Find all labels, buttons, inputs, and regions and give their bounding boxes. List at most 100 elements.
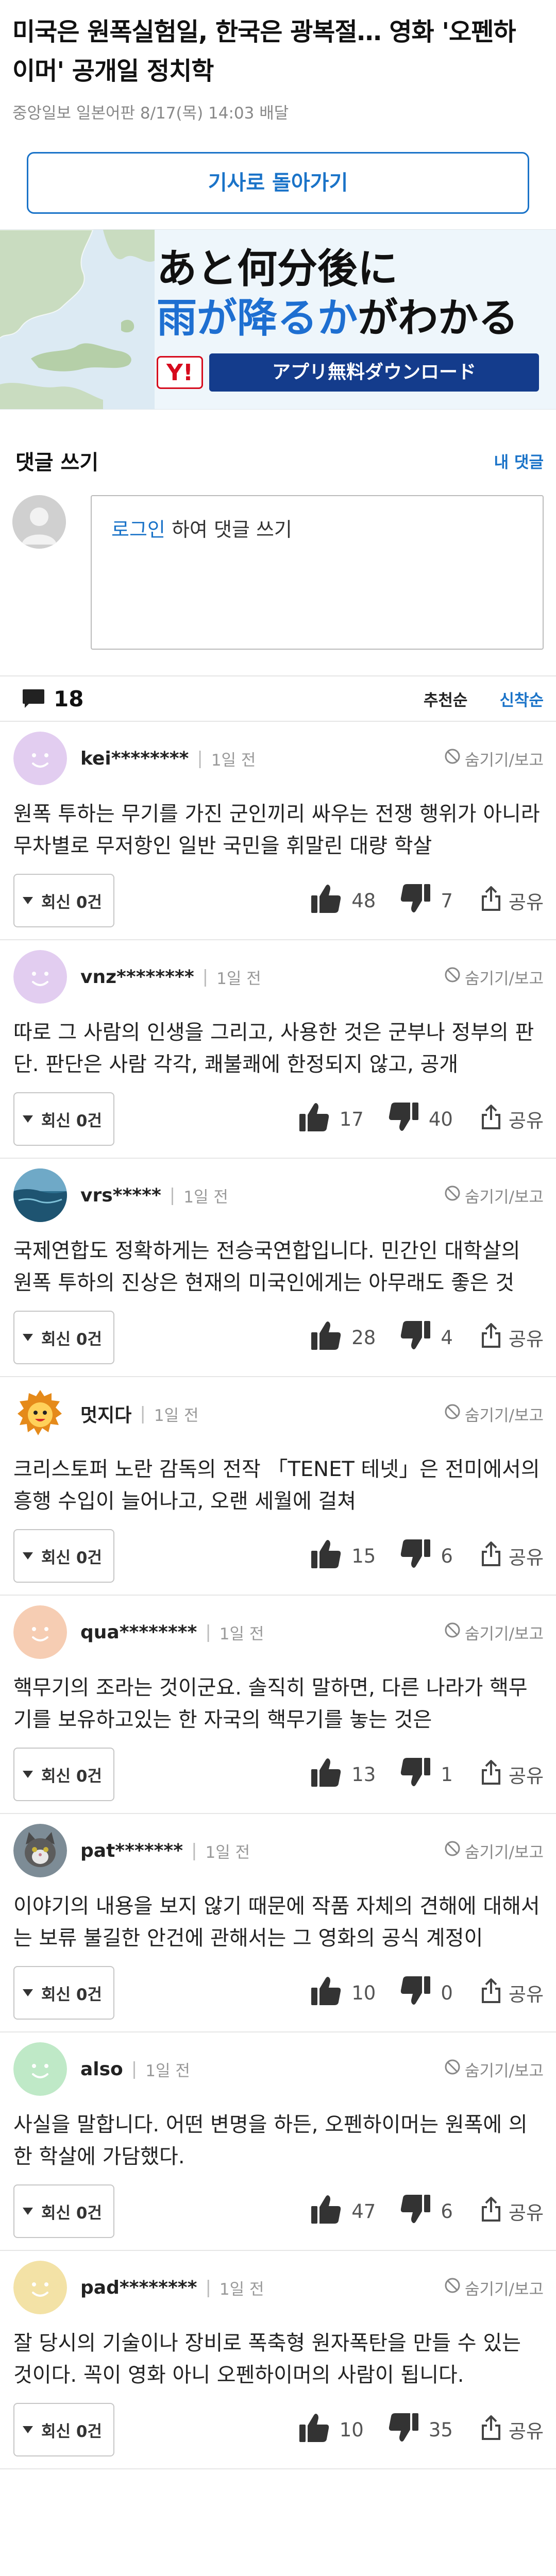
- share-icon: [481, 886, 509, 916]
- user-avatar[interactable]: [13, 2261, 67, 2314]
- like-count: 10: [339, 2418, 364, 2441]
- reply-toggle-button[interactable]: 회신 0건: [13, 2403, 114, 2456]
- comment-time: 1일 전: [183, 1188, 228, 1207]
- comment-header: pad******** | 1일 전 숨기기/보고: [13, 2251, 544, 2314]
- comment-actions: 회신 0건 13 1 공유: [13, 1736, 544, 1813]
- dislike-button[interactable]: 6: [399, 1538, 453, 1574]
- thumbs-up-icon: [310, 883, 351, 919]
- like-button[interactable]: 15: [310, 1538, 376, 1574]
- reply-toggle-button[interactable]: 회신 0건: [13, 2184, 114, 2238]
- share-button[interactable]: 공유: [481, 1541, 544, 1571]
- comment-username[interactable]: kei********: [80, 748, 189, 769]
- reply-toggle-button[interactable]: 회신 0건: [13, 1529, 114, 1583]
- like-button[interactable]: 17: [298, 1101, 364, 1137]
- share-button[interactable]: 공유: [481, 1759, 544, 1789]
- reply-toggle-button[interactable]: 회신 0건: [13, 1966, 114, 2020]
- comment-text: 크리스토퍼 노란 감독의 전작 「TENET 테넷」은 전미에서의 흥행 수입이…: [13, 1458, 540, 1513]
- comment-actions: 회신 0건 47 6 공유: [13, 2173, 544, 2250]
- comment-username[interactable]: pat*******: [80, 1840, 183, 1861]
- user-avatar[interactable]: [13, 1168, 67, 1222]
- comment-username[interactable]: vnz********: [80, 967, 194, 988]
- login-link[interactable]: 로그인: [111, 518, 165, 541]
- back-to-article-button[interactable]: 기사로 돌아가기: [27, 152, 529, 214]
- dislike-button[interactable]: 1: [399, 1757, 453, 1792]
- user-avatar[interactable]: [13, 1824, 67, 1877]
- dislike-button[interactable]: 6: [399, 2194, 453, 2229]
- dislike-button[interactable]: 0: [399, 1975, 453, 2011]
- vote-group: 48 7 공유: [287, 883, 544, 919]
- comment-username[interactable]: vrs*****: [80, 1185, 161, 1206]
- comment-username[interactable]: pad********: [80, 2277, 197, 2298]
- dislike-count: 40: [428, 1108, 453, 1130]
- like-button[interactable]: 28: [310, 1320, 376, 1355]
- reply-count-label: 회신 0건: [41, 1985, 102, 2004]
- reply-toggle-button[interactable]: 회신 0건: [13, 1748, 114, 1801]
- dislike-count: 4: [441, 1326, 453, 1349]
- reply-toggle-button[interactable]: 회신 0건: [13, 1092, 114, 1146]
- caret-down-icon: [23, 1115, 33, 1123]
- sort-recommended-tab[interactable]: 추천순: [424, 687, 468, 710]
- caret-down-icon: [23, 1334, 33, 1341]
- thumbs-down-icon: [399, 2194, 441, 2229]
- hide-report-button[interactable]: 숨기기/보고: [443, 2276, 544, 2299]
- user-avatar[interactable]: [13, 732, 67, 785]
- reply-toggle-button[interactable]: 회신 0건: [13, 1311, 114, 1364]
- block-icon: [443, 965, 465, 988]
- reply-count-label: 회신 0건: [41, 2204, 102, 2223]
- sort-options: 추천순 신착순: [424, 687, 544, 710]
- comment-time: 1일 전: [211, 751, 256, 770]
- like-button[interactable]: 10: [310, 1975, 376, 2011]
- comment-count: 18: [54, 686, 84, 711]
- my-comments-link[interactable]: 내 댓글: [494, 449, 544, 472]
- comment-username[interactable]: 멋지다: [80, 1400, 131, 1427]
- hide-report-button[interactable]: 숨기기/보고: [443, 2058, 544, 2081]
- share-button[interactable]: 공유: [481, 1104, 544, 1134]
- user-avatar[interactable]: [13, 1387, 67, 1440]
- share-button[interactable]: 공유: [481, 2196, 544, 2226]
- comment-list: kei******** | 1일 전 숨기기/보고 원폭 투하는 무기를 가진 …: [0, 722, 556, 2469]
- vote-group: 47 6 공유: [287, 2194, 544, 2229]
- like-button[interactable]: 48: [310, 883, 376, 919]
- hide-report-button[interactable]: 숨기기/보고: [443, 1402, 544, 1426]
- like-button[interactable]: 47: [310, 2194, 376, 2229]
- hide-report-button[interactable]: 숨기기/보고: [443, 747, 544, 770]
- comment-username[interactable]: also: [80, 2059, 123, 2080]
- comment-bubble-icon: [23, 689, 44, 708]
- comment-input-box[interactable]: 로그인 하여 댓글 쓰기: [91, 495, 544, 650]
- dislike-button[interactable]: 40: [387, 1101, 453, 1137]
- hide-report-label: 숨기기/보고: [464, 1188, 544, 1207]
- vote-group: 13 1 공유: [287, 1757, 544, 1792]
- share-icon: [481, 2415, 509, 2445]
- share-button[interactable]: 공유: [481, 886, 544, 916]
- dislike-button[interactable]: 35: [387, 2412, 453, 2448]
- advertisement-banner[interactable]: あと何分後に 雨が降るかがわかる Y! アプリ無料ダウンロード: [0, 229, 556, 410]
- block-icon: [443, 747, 465, 770]
- reply-toggle-button[interactable]: 회신 0건: [13, 874, 114, 927]
- comment-username[interactable]: qua********: [80, 1622, 197, 1643]
- share-button[interactable]: 공유: [481, 1323, 544, 1352]
- hide-report-button[interactable]: 숨기기/보고: [443, 1621, 544, 1644]
- like-button[interactable]: 10: [298, 2412, 364, 2448]
- dislike-button[interactable]: 4: [399, 1320, 453, 1355]
- reply-count-label: 회신 0건: [41, 2422, 102, 2441]
- user-avatar[interactable]: [13, 2042, 67, 2096]
- sort-newest-tab[interactable]: 신착순: [499, 687, 544, 710]
- dislike-button[interactable]: 7: [399, 883, 453, 919]
- user-avatar[interactable]: [13, 1605, 67, 1659]
- hide-report-button[interactable]: 숨기기/보고: [443, 965, 544, 989]
- user-avatar[interactable]: [13, 950, 67, 1004]
- share-label: 공유: [508, 2202, 544, 2224]
- thumbs-down-icon: [399, 1538, 441, 1574]
- dislike-count: 1: [441, 1763, 453, 1786]
- block-icon: [443, 1839, 465, 1862]
- hide-report-button[interactable]: 숨기기/보고: [443, 1839, 544, 1862]
- like-button[interactable]: 13: [310, 1757, 376, 1792]
- reply-count-label: 회신 0건: [41, 893, 102, 912]
- share-button[interactable]: 공유: [481, 1978, 544, 2008]
- share-button[interactable]: 공유: [481, 2415, 544, 2445]
- thumbs-up-icon: [298, 2412, 340, 2448]
- hide-report-button[interactable]: 숨기기/보고: [443, 1184, 544, 1207]
- thumbs-down-icon: [399, 1757, 441, 1792]
- share-icon: [481, 1323, 509, 1352]
- ad-download-button[interactable]: アプリ無料ダウンロード: [209, 353, 539, 392]
